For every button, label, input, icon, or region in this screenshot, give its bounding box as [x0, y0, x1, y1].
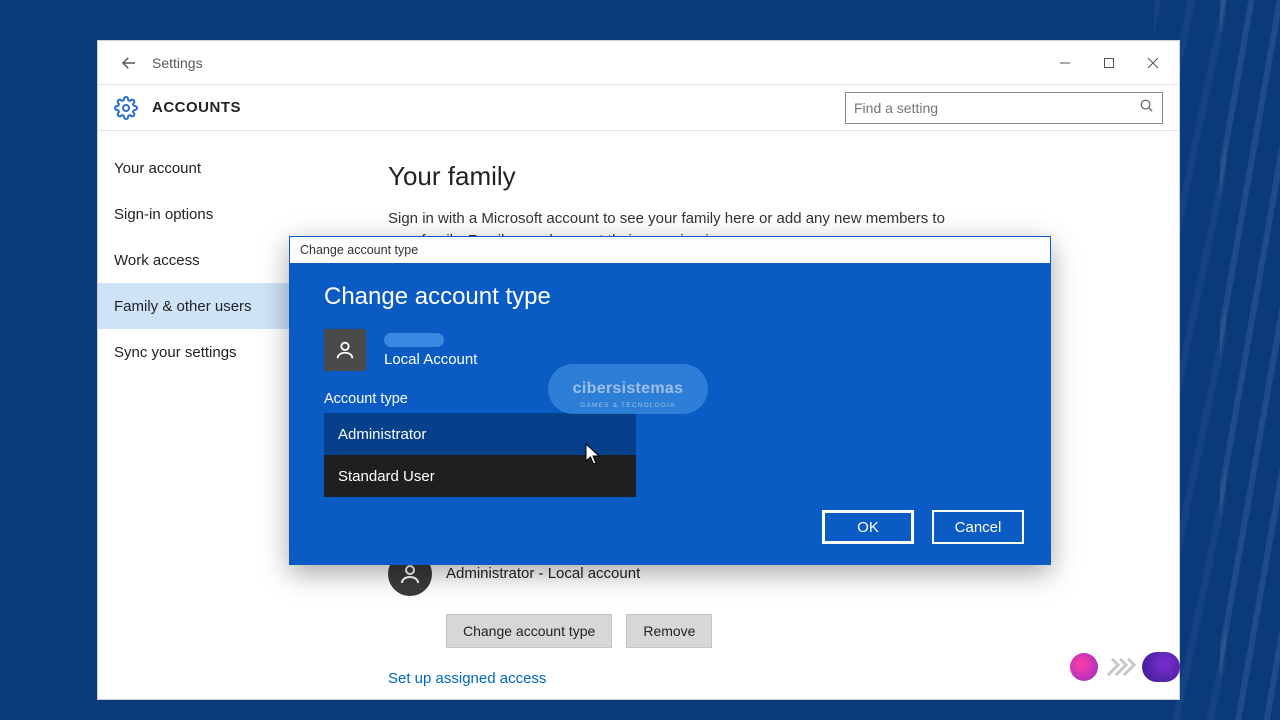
remove-button[interactable]: Remove — [626, 614, 712, 648]
search-box[interactable] — [845, 92, 1163, 124]
assigned-access-link[interactable]: Set up assigned access — [388, 670, 1145, 687]
page-heading: Your family — [388, 161, 1145, 192]
close-button[interactable] — [1131, 48, 1175, 78]
ok-button[interactable]: OK — [822, 510, 914, 544]
account-subtitle: Local Account — [384, 351, 477, 368]
sidebar-item-your-account[interactable]: Your account — [98, 145, 388, 191]
account-type-label: Account type — [324, 391, 1016, 407]
sidebar-item-label: Your account — [114, 160, 201, 177]
account-type-dropdown[interactable]: Administrator Standard User — [324, 413, 636, 497]
sidebar-item-label: Family & other users — [114, 298, 252, 315]
dialog-heading: Change account type — [324, 283, 1016, 311]
change-account-type-button[interactable]: Change account type — [446, 614, 612, 648]
maximize-icon — [1103, 57, 1115, 69]
account-info: Local Account — [384, 333, 477, 368]
header: ACCOUNTS — [98, 85, 1179, 131]
sidebar-item-label: Work access — [114, 252, 200, 269]
dialog-actions: OK Cancel — [822, 510, 1024, 544]
gear-icon — [114, 96, 138, 120]
window-title: Settings — [152, 55, 203, 71]
desktop-decoration — [1220, 0, 1280, 720]
person-icon — [334, 339, 356, 361]
arrow-left-icon — [120, 54, 138, 72]
option-label: Standard User — [338, 468, 435, 485]
section-title: ACCOUNTS — [152, 99, 241, 116]
user-actions: Change account type Remove — [446, 614, 1145, 648]
dialog-titlebar: Change account type — [290, 237, 1050, 265]
titlebar: Settings — [98, 41, 1179, 85]
option-administrator[interactable]: Administrator — [324, 413, 636, 455]
user-role-line: Administrator - Local account — [446, 565, 640, 582]
maximize-button[interactable] — [1087, 48, 1131, 78]
account-row: Local Account — [324, 329, 1016, 371]
search-input[interactable] — [854, 100, 1139, 116]
dialog-titlebar-text: Change account type — [300, 243, 418, 257]
close-icon — [1147, 57, 1159, 69]
option-standard-user[interactable]: Standard User — [324, 455, 636, 497]
sidebar-item-label: Sign-in options — [114, 206, 213, 223]
sidebar-item-sign-in-options[interactable]: Sign-in options — [98, 191, 388, 237]
sidebar-item-label: Sync your settings — [114, 344, 237, 361]
person-icon — [398, 562, 422, 586]
minimize-button[interactable] — [1043, 48, 1087, 78]
account-name-redacted — [384, 333, 444, 347]
option-label: Administrator — [338, 426, 426, 443]
window-controls — [1043, 48, 1175, 78]
minimize-icon — [1059, 57, 1071, 69]
back-button[interactable] — [112, 46, 146, 80]
change-account-type-dialog: Change account type Change account type … — [289, 236, 1051, 565]
account-avatar — [324, 329, 366, 371]
search-icon — [1139, 98, 1154, 118]
cancel-button[interactable]: Cancel — [932, 510, 1024, 544]
dialog-body: Change account type Local Account Accoun… — [290, 265, 1050, 497]
